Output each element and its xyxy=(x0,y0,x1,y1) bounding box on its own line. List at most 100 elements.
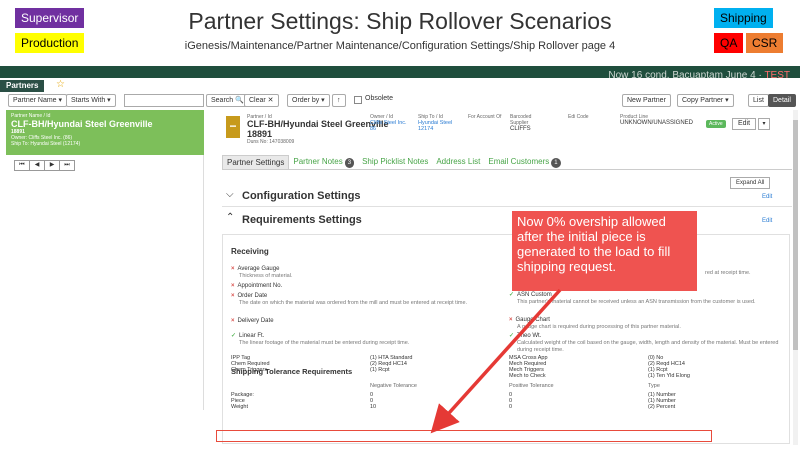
x-icon: × xyxy=(231,318,235,324)
tolerance-type-value: (2) Percent xyxy=(648,404,676,410)
req-item-gauge-chart: × Gauge Chart A gauge chart is required d… xyxy=(509,317,787,331)
config-edit-link[interactable]: Edit xyxy=(762,194,772,200)
req-item-label: Appointment No. xyxy=(237,283,283,289)
last-page-button[interactable]: ⏭ xyxy=(59,160,75,171)
req-item-label: Gauge Chart xyxy=(515,317,550,323)
tolerance-row-names: Package: Piece Weight xyxy=(231,392,254,410)
tab-label: Ship Picklist Notes xyxy=(362,157,429,166)
type-header: Type xyxy=(648,383,660,389)
req-item-desc: The linear footage of the material must … xyxy=(239,340,410,346)
req-item-partial-desc: red at receipt time. xyxy=(705,270,790,277)
kv-right-keys: MSA Cross App Mech Required Mech Trigger… xyxy=(509,355,548,379)
x-icon: × xyxy=(509,317,513,323)
kv-right-values: (0) No (2) Reqd HC14 (1) Rcpt (1) Ten Yl… xyxy=(648,355,690,379)
tab-email-customers[interactable]: Email Customers 1 xyxy=(484,155,564,169)
expand-all-button[interactable]: Expand All xyxy=(730,177,771,189)
tolerance-type-values: (1) Number (1) Number (2) Percent xyxy=(648,392,676,410)
partner-name-dropdown[interactable]: Partner Name ▾ xyxy=(8,94,68,107)
negative-tolerance-header: Negative Tolerance xyxy=(370,383,417,389)
x-icon: × xyxy=(231,283,235,289)
obsolete-checkbox[interactable] xyxy=(354,96,362,104)
tag-csr: CSR xyxy=(746,33,784,53)
selected-partner-item[interactable]: Partner Name / Id CLF-BH/Hyundai Steel G… xyxy=(6,110,204,155)
next-page-button[interactable]: ▶ xyxy=(44,160,60,171)
owner-id-link[interactable]: 86 xyxy=(370,126,407,132)
first-page-button[interactable]: ⏮ xyxy=(14,160,30,171)
tab-address-list[interactable]: Address List xyxy=(432,155,484,169)
weight-row-highlight xyxy=(216,430,712,442)
tab-divider xyxy=(222,169,792,170)
tab-label: Email Customers xyxy=(488,157,550,166)
new-partner-button[interactable]: New Partner xyxy=(622,94,671,107)
pager: ⏮ ◀ ▶ ⏭ xyxy=(14,160,75,172)
search-input[interactable] xyxy=(124,94,204,107)
req-item-theo-wt: ✓ Theo Wt. Calculated weight of the coil … xyxy=(509,333,787,354)
req-item-delivery-date: × Delivery Date xyxy=(231,318,501,325)
edit-partner-caret[interactable]: ▾ xyxy=(758,118,770,130)
sort-up-button[interactable]: ↑ xyxy=(332,94,346,107)
req-item-label: ASN Custom xyxy=(517,292,552,298)
req-item-linear-ft: ✓ Linear Ft. The linear footage of the ma… xyxy=(231,333,501,347)
account-column: For Account Of xyxy=(468,114,502,120)
barcoded-label: Barcoded Supplier xyxy=(510,114,532,126)
tab-partner-settings[interactable]: Partner Settings xyxy=(222,155,290,169)
tolerance-neg-value: 10 xyxy=(370,404,377,410)
clear-button[interactable]: Clear ✕ xyxy=(244,94,279,107)
chevron-down-icon[interactable]: ⌵ xyxy=(226,189,234,200)
ship-to-column: Ship To / Id Hyundai Steel 12174 xyxy=(418,114,452,132)
tolerance-pos-value: 0 xyxy=(509,404,513,410)
starts-with-dropdown[interactable]: Starts With ▾ xyxy=(66,94,116,107)
req-item-desc: red at receipt time. xyxy=(705,270,751,276)
kv-value: (1) Rcpt xyxy=(370,367,390,373)
req-section-title[interactable]: Requirements Settings xyxy=(242,214,362,226)
edit-partner-button[interactable]: Edit xyxy=(732,118,756,130)
section-divider xyxy=(222,206,792,207)
tab-ship-picklist-notes[interactable]: Ship Picklist Notes xyxy=(358,155,432,169)
detail-view-button[interactable]: Detail xyxy=(768,94,796,107)
edi-column: Edi Code xyxy=(568,114,589,120)
check-icon: ✓ xyxy=(509,292,515,298)
search-button[interactable]: Search 🔍 xyxy=(206,94,249,107)
x-icon: × xyxy=(231,293,235,299)
edi-label: Edi Code xyxy=(568,114,589,120)
tab-count-badge: 1 xyxy=(551,158,561,168)
req-item-label: Delivery Date xyxy=(237,318,274,324)
tag-qa: QA xyxy=(714,33,744,53)
tab-count-badge: 3 xyxy=(344,158,355,168)
partners-tab[interactable]: Partners xyxy=(0,80,45,92)
check-icon: ✓ xyxy=(509,333,515,339)
scrollbar-thumb[interactable] xyxy=(793,120,798,350)
scrollbar[interactable] xyxy=(793,110,798,445)
collapse-partner-icon[interactable]: − xyxy=(226,116,240,138)
prev-page-button[interactable]: ◀ xyxy=(29,160,45,171)
product-line-value: UNKNOWN/UNASSIGNED xyxy=(620,120,694,126)
positive-tolerance-values: 0 0 0 xyxy=(509,392,512,410)
product-line-column: Product Line UNKNOWN/UNASSIGNED xyxy=(620,114,693,126)
callout-note: Now 0% overship allowed after the initia… xyxy=(512,211,697,291)
req-item-desc: Calculated weight of the coil based on t… xyxy=(517,340,779,353)
tolerance-row-name: Weight xyxy=(231,404,249,410)
ship-to-id-link[interactable]: 12174 xyxy=(418,126,452,132)
obsolete-label: Obsolete xyxy=(365,95,394,102)
copy-partner-dropdown[interactable]: Copy Partner ▾ xyxy=(677,94,734,107)
req-item-label: Theo Wt. xyxy=(517,333,542,339)
positive-tolerance-header: Positive Tolerance xyxy=(509,383,554,389)
tab-partner-notes[interactable]: Partner Notes 3 xyxy=(289,155,358,169)
x-icon: × xyxy=(231,266,235,272)
req-item-average-gauge: × Average Gauge Thickness of material. xyxy=(231,266,501,280)
req-edit-link[interactable]: Edit xyxy=(762,218,772,224)
order-by-dropdown[interactable]: Order by ▾ xyxy=(287,94,330,107)
negative-tolerance-values: 0 0 10 xyxy=(370,392,376,410)
chevron-up-icon[interactable]: ⌃ xyxy=(226,212,234,223)
config-section-title[interactable]: Configuration Settings xyxy=(242,190,361,202)
status-badge: Active xyxy=(706,120,726,128)
star-icon[interactable]: ☆ xyxy=(56,79,65,90)
req-item-desc: Thickness of material. xyxy=(239,273,293,279)
kv-left-values: (1) HTA Standard (2) Reqd HC14 (1) Rcpt xyxy=(370,355,412,373)
req-item-label: Linear Ft. xyxy=(239,333,265,339)
partner-list-panel xyxy=(6,110,204,410)
tab-label: Partner Notes xyxy=(293,157,343,166)
partner-list-name: CLF-BH/Hyundai Steel Greenville xyxy=(11,119,153,129)
shipping-tolerance-title: Shipping Tolerance Requirements xyxy=(231,367,353,376)
list-view-button[interactable]: List xyxy=(748,94,769,107)
